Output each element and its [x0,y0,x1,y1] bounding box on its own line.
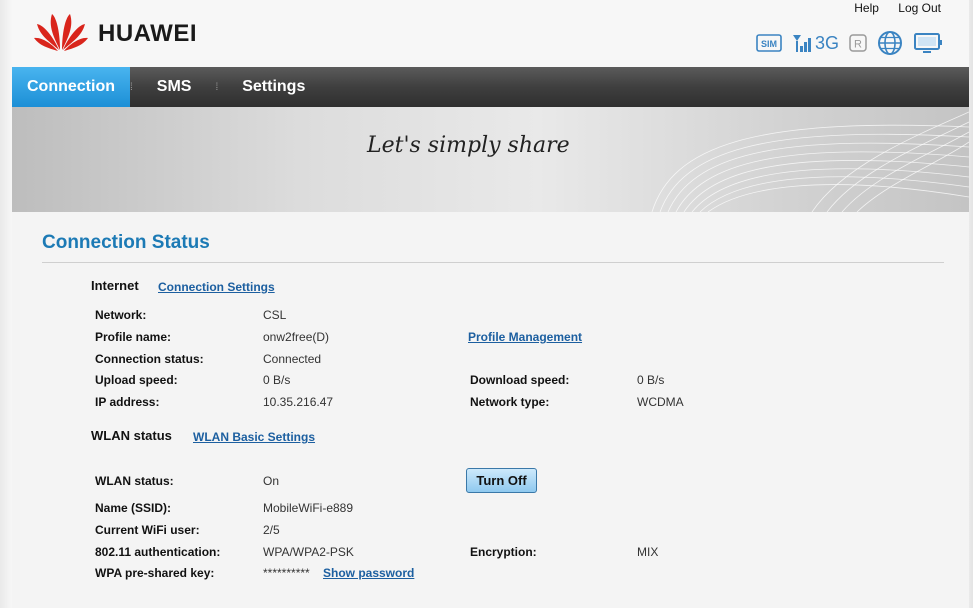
connection-settings-link[interactable]: Connection Settings [158,280,275,294]
wifi-users-label: Current WiFi user: [95,523,200,537]
help-link[interactable]: Help [854,1,879,15]
network-type-label: Network type: [470,395,550,409]
upload-speed-label: Upload speed: [95,373,178,387]
monitor-icon [913,32,943,54]
network-generation-label: 3G [814,32,839,53]
roaming-icon: R [849,34,867,52]
top-links: Help Log Out [838,1,941,15]
main-content: Connection Status Internet Connection Se… [12,212,969,608]
logout-link[interactable]: Log Out [898,1,941,15]
profile-name-label: Profile name: [95,330,172,344]
internet-section-heading: Internet [91,278,139,293]
banner: Let's simply share [12,107,969,212]
authentication-value: WPA/WPA2-PSK [263,545,354,559]
ip-address-label: IP address: [95,395,160,409]
encryption-label: Encryption: [470,545,537,559]
tab-sms[interactable]: SMS [133,67,216,107]
ssid-value: MobileWiFi-e889 [263,501,354,515]
ip-address-value: 10.35.216.47 [263,395,334,409]
wave-decoration-icon [651,111,969,212]
turn-off-button[interactable]: Turn Off [466,468,537,493]
connection-status-value: Connected [263,352,322,366]
connection-status-label: Connection status: [95,352,204,366]
authentication-label: 802.11 authentication: [95,545,221,559]
brand-name: HUAWEI [98,20,197,47]
show-password-link[interactable]: Show password [323,566,414,580]
tab-settings[interactable]: Settings [218,67,329,107]
download-speed-label: Download speed: [470,373,570,387]
status-icons: SIM 3G R [756,30,943,56]
page-title: Connection Status [42,232,210,253]
psk-value: ********** [263,566,310,580]
network-label: Network: [95,308,147,322]
signal-strength-icon: 3G [792,33,839,54]
profile-name-value: onw2free(D) [263,330,330,344]
wifi-users-value: 2/5 [263,523,280,537]
main-nav: Connection ⁞ SMS ⁞ Settings [12,67,969,107]
network-type-value: WCDMA [637,395,684,409]
encryption-value: MIX [637,545,659,559]
wlan-basic-settings-link[interactable]: WLAN Basic Settings [193,430,315,444]
svg-text:R: R [854,39,862,51]
tab-connection[interactable]: Connection [12,67,130,107]
wlan-status-value: On [263,474,280,488]
profile-management-link[interactable]: Profile Management [468,330,582,344]
upload-speed-value: 0 B/s [263,373,291,387]
page: HUAWEI Help Log Out SIM 3G R Connection … [0,0,973,608]
psk-label: WPA pre-shared key: [95,566,215,580]
title-divider [42,262,944,263]
download-speed-value: 0 B/s [637,373,665,387]
header: HUAWEI Help Log Out SIM 3G R [12,0,969,67]
svg-text:SIM: SIM [761,39,777,49]
network-value: CSL [263,308,287,322]
sim-icon: SIM [756,34,782,52]
wlan-section-heading: WLAN status [91,428,172,443]
globe-icon [877,30,903,56]
wlan-status-label: WLAN status: [95,474,174,488]
banner-slogan: Let's simply share [367,133,570,158]
huawei-logo-icon [34,14,88,51]
ssid-label: Name (SSID): [95,501,172,515]
